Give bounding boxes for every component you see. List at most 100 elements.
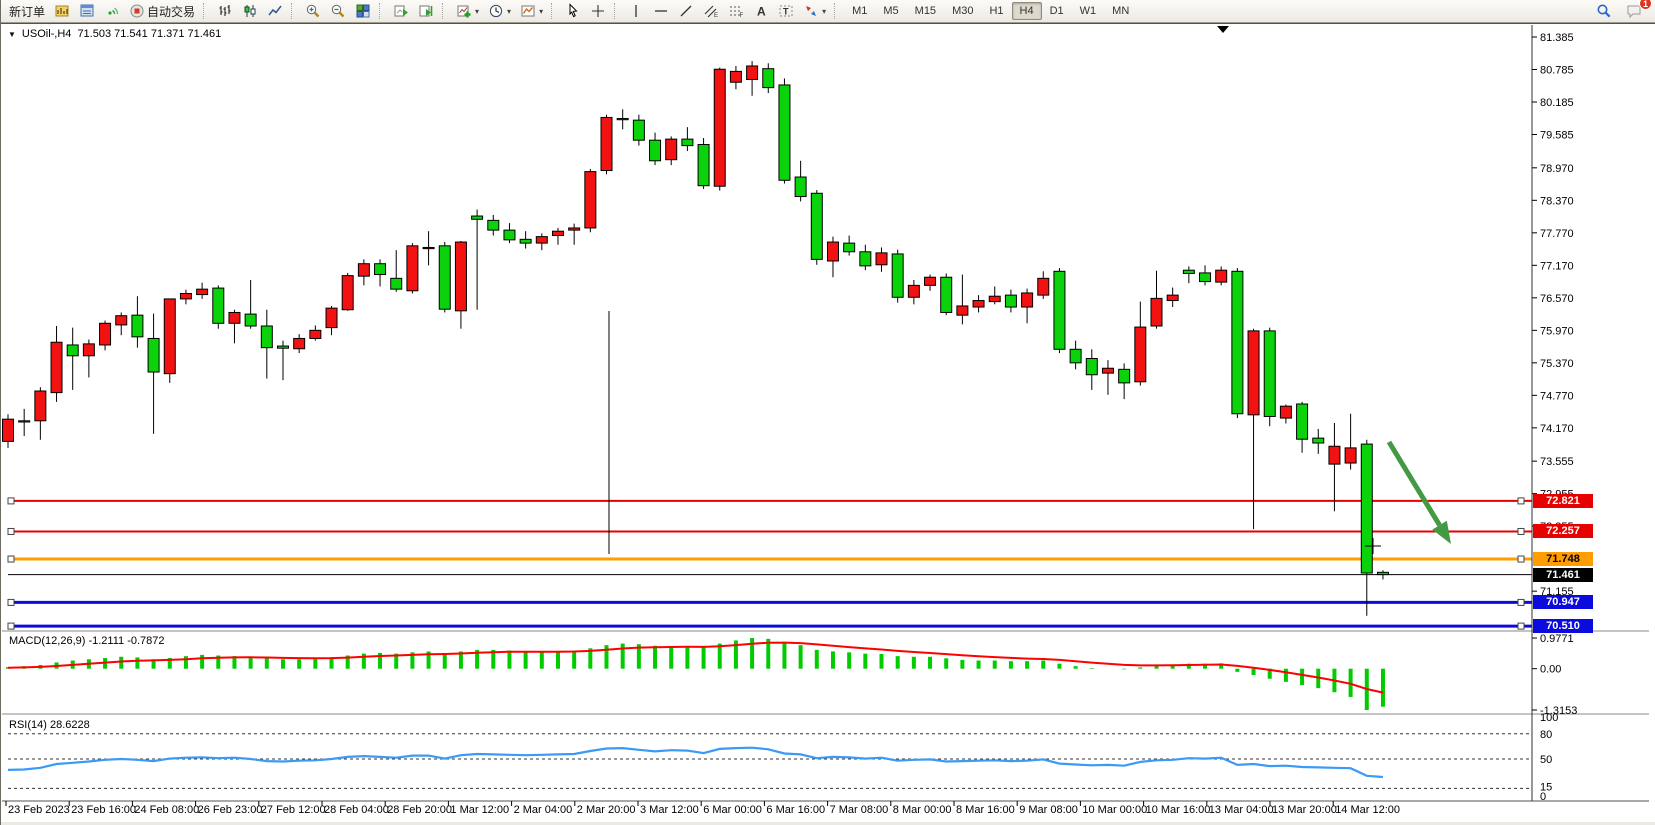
time-tick-label: 10 Mar 00:00 <box>1082 804 1147 816</box>
dropdown-caret-icon: ▾ <box>507 7 511 16</box>
candle <box>1070 349 1081 363</box>
candle <box>520 239 531 243</box>
line-handle[interactable] <box>8 556 14 562</box>
search-button[interactable] <box>1592 1 1616 21</box>
candle <box>1038 278 1049 295</box>
timeframe-button-h1[interactable]: H1 <box>981 2 1011 20</box>
timeframe-button-w1[interactable]: W1 <box>1072 2 1105 20</box>
chart-window: 81.38580.78580.18579.58578.97078.37077.7… <box>1 23 1655 825</box>
candlestick-chart-icon <box>242 3 258 19</box>
zoom-out-icon[interactable] <box>326 1 350 21</box>
time-tick-label: 1 Mar 12:00 <box>450 804 509 816</box>
chart-title: ▼ USOil-,H4 71.503 71.541 71.371 71.461 <box>8 28 221 40</box>
candle <box>132 315 143 337</box>
candle <box>941 277 952 312</box>
time-tick-label: 27 Feb 12:00 <box>261 804 326 816</box>
toolbar-grip <box>379 3 384 19</box>
candle <box>1119 369 1130 383</box>
chart-menu-triangle-icon[interactable]: ▼ <box>8 30 16 39</box>
fibo-icon[interactable]: F <box>724 1 748 21</box>
notifications-button[interactable]: 1 <box>1622 1 1646 21</box>
time-tick-label: 28 Feb 20:00 <box>387 804 452 816</box>
price-tick-label: 74.170 <box>1540 423 1574 435</box>
candle <box>844 243 855 252</box>
price-tick-label: 77.770 <box>1540 228 1574 240</box>
time-tick-label: 8 Mar 00:00 <box>893 804 952 816</box>
toolbar-right: 1 <box>1592 1 1652 21</box>
candle <box>3 419 14 441</box>
price-label-badge: 70.947 <box>1533 595 1593 609</box>
text-icon[interactable]: A <box>749 1 773 21</box>
mt4-application: 新订单自动交易▾▾▾EFAT▾M1M5M15M30H1H4D1W1MN 1 81… <box>0 0 1655 825</box>
chart-shift-icon[interactable] <box>414 1 438 21</box>
candle <box>391 278 402 289</box>
candle <box>617 119 628 120</box>
candle <box>245 314 256 326</box>
timeframe-button-mn[interactable]: MN <box>1104 2 1137 20</box>
chart-window-icon[interactable] <box>50 1 74 21</box>
hline-icon[interactable] <box>649 1 673 21</box>
timeframe-button-d1[interactable]: D1 <box>1042 2 1072 20</box>
tile-windows-icon <box>355 3 371 19</box>
vline-icon[interactable] <box>624 1 648 21</box>
rsi-axis-label: 0 <box>1540 791 1546 803</box>
line-chart-icon[interactable] <box>263 1 287 21</box>
timeframe-button-m15[interactable]: M15 <box>907 2 944 20</box>
time-tick-label: 14 Mar 12:00 <box>1335 804 1400 816</box>
trendline-icon[interactable] <box>674 1 698 21</box>
channel-icon[interactable]: E <box>699 1 723 21</box>
candle <box>957 306 968 315</box>
arrows-icon[interactable]: ▾ <box>799 1 830 21</box>
new-order-button[interactable]: 新订单 <box>5 1 49 21</box>
line-handle[interactable] <box>8 623 14 629</box>
candle <box>908 285 919 297</box>
timeframe-button-m5[interactable]: M5 <box>875 2 906 20</box>
chart-canvas[interactable]: 81.38580.78580.18579.58578.97078.37077.7… <box>1 24 1655 825</box>
timeframe-button-h4[interactable]: H4 <box>1012 2 1042 20</box>
timeframe-button-m30[interactable]: M30 <box>944 2 981 20</box>
periods-icon[interactable]: ▾ <box>484 1 515 21</box>
tile-windows-icon[interactable] <box>351 1 375 21</box>
candle <box>989 296 1000 301</box>
line-handle[interactable] <box>1518 528 1524 534</box>
price-tick-label: 81.385 <box>1540 32 1574 44</box>
time-axis[interactable]: 23 Feb 202323 Feb 16:0024 Feb 08:0026 Fe… <box>6 801 1400 816</box>
candle <box>1216 270 1227 282</box>
line-handle[interactable] <box>1518 498 1524 504</box>
auto-scroll-icon[interactable] <box>389 1 413 21</box>
bars-chart-icon[interactable] <box>213 1 237 21</box>
indicators-icon[interactable]: ▾ <box>452 1 483 21</box>
time-tick-label: 6 Mar 00:00 <box>703 804 762 816</box>
time-tick-label: 13 Mar 04:00 <box>1209 804 1274 816</box>
time-tick-label: 10 Mar 16:00 <box>1146 804 1211 816</box>
line-handle[interactable] <box>1518 556 1524 562</box>
toolbar-grip <box>203 3 208 19</box>
fibo-icon: F <box>728 3 744 19</box>
line-handle[interactable] <box>1518 623 1524 629</box>
time-tick-label: 8 Mar 16:00 <box>956 804 1015 816</box>
price-tick-label: 77.170 <box>1540 260 1574 272</box>
candlestick-chart-icon[interactable] <box>238 1 262 21</box>
line-handle[interactable] <box>8 599 14 605</box>
price-label-badge: 72.821 <box>1533 494 1593 508</box>
cursor-icon[interactable] <box>561 1 585 21</box>
channel-icon: E <box>703 3 719 19</box>
autotrading-button[interactable]: 自动交易 <box>125 1 199 21</box>
timeframe-button-m1[interactable]: M1 <box>844 2 875 20</box>
candle <box>1345 448 1356 463</box>
candle <box>1297 404 1308 439</box>
candle <box>1151 298 1162 326</box>
line-handle[interactable] <box>8 498 14 504</box>
label-icon[interactable]: T <box>774 1 798 21</box>
line-handle[interactable] <box>8 528 14 534</box>
signals-icon[interactable] <box>100 1 124 21</box>
toolbar-grip <box>614 3 619 19</box>
price-tick-label: 78.370 <box>1540 195 1574 207</box>
zoom-in-icon[interactable] <box>301 1 325 21</box>
candle <box>180 293 191 298</box>
line-handle[interactable] <box>1518 599 1524 605</box>
crosshair-icon[interactable] <box>586 1 610 21</box>
templates-icon[interactable]: ▾ <box>516 1 547 21</box>
market-watch-icon[interactable] <box>75 1 99 21</box>
candle <box>633 120 644 140</box>
